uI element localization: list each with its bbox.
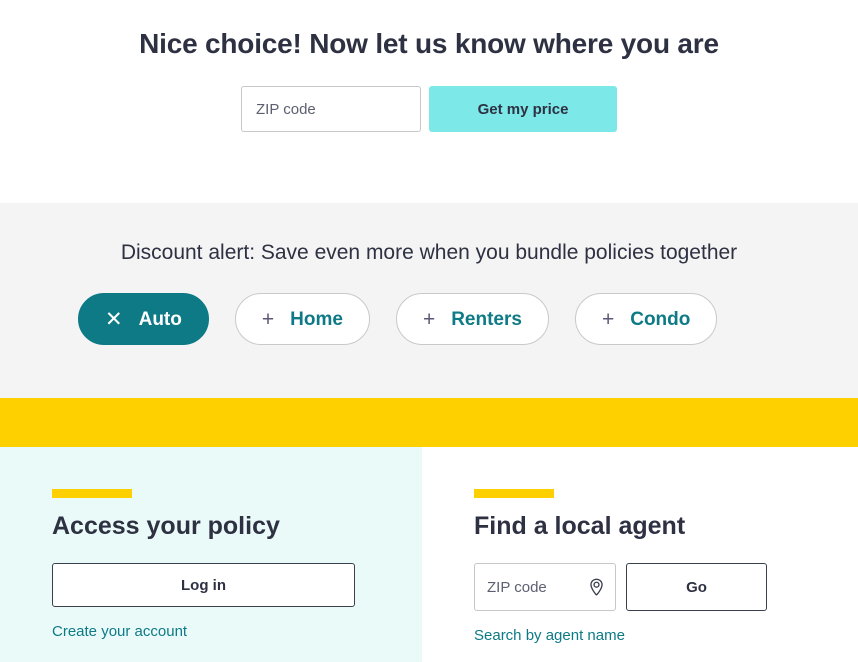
close-icon: ✕	[105, 307, 123, 331]
plus-icon: +	[601, 307, 615, 331]
get-my-price-button[interactable]: Get my price	[429, 86, 617, 132]
go-button[interactable]: Go	[626, 563, 767, 611]
accent-bar	[474, 489, 554, 498]
find-agent-panel: Find a local agent Go Search by agent na…	[422, 447, 858, 662]
quote-hero-section: Nice choice! Now let us know where you a…	[0, 0, 858, 203]
plus-icon: +	[422, 307, 436, 331]
discount-alert-text: Discount alert: Save even more when you …	[120, 241, 738, 264]
page-title: Nice choice! Now let us know where you a…	[139, 28, 719, 59]
policy-chip-home[interactable]: + Home	[234, 293, 370, 345]
agent-zip-input[interactable]	[474, 563, 616, 611]
policy-chip-renters[interactable]: + Renters	[395, 293, 549, 345]
policy-chip-label: Home	[290, 308, 343, 330]
policy-chip-condo[interactable]: + Condo	[574, 293, 718, 345]
agent-zip-field	[474, 563, 616, 611]
plus-icon: +	[261, 307, 275, 331]
policy-chip-label: Auto	[138, 308, 182, 330]
find-agent-title: Find a local agent	[474, 512, 686, 540]
find-agent-controls: Go	[474, 563, 858, 611]
policy-chip-label: Renters	[451, 308, 522, 330]
bottom-panels: Access your policy Log in Create your ac…	[0, 447, 858, 662]
access-policy-controls: Log in	[52, 563, 422, 607]
access-policy-panel: Access your policy Log in Create your ac…	[0, 447, 422, 662]
access-policy-title: Access your policy	[52, 512, 280, 540]
yellow-divider-band	[0, 398, 858, 447]
create-account-link[interactable]: Create your account	[52, 623, 187, 640]
bundle-discount-section: Discount alert: Save even more when you …	[0, 203, 858, 398]
search-by-agent-name-link[interactable]: Search by agent name	[474, 627, 625, 644]
accent-bar	[52, 489, 132, 498]
quote-form: Get my price	[0, 86, 858, 132]
hero-zip-input[interactable]	[241, 86, 421, 132]
policy-chip-label: Condo	[630, 308, 691, 330]
log-in-button[interactable]: Log in	[52, 563, 355, 607]
policy-chip-auto[interactable]: ✕ Auto	[78, 293, 209, 345]
policy-type-chip-group: ✕ Auto + Home + Renters + Condo	[0, 293, 858, 345]
